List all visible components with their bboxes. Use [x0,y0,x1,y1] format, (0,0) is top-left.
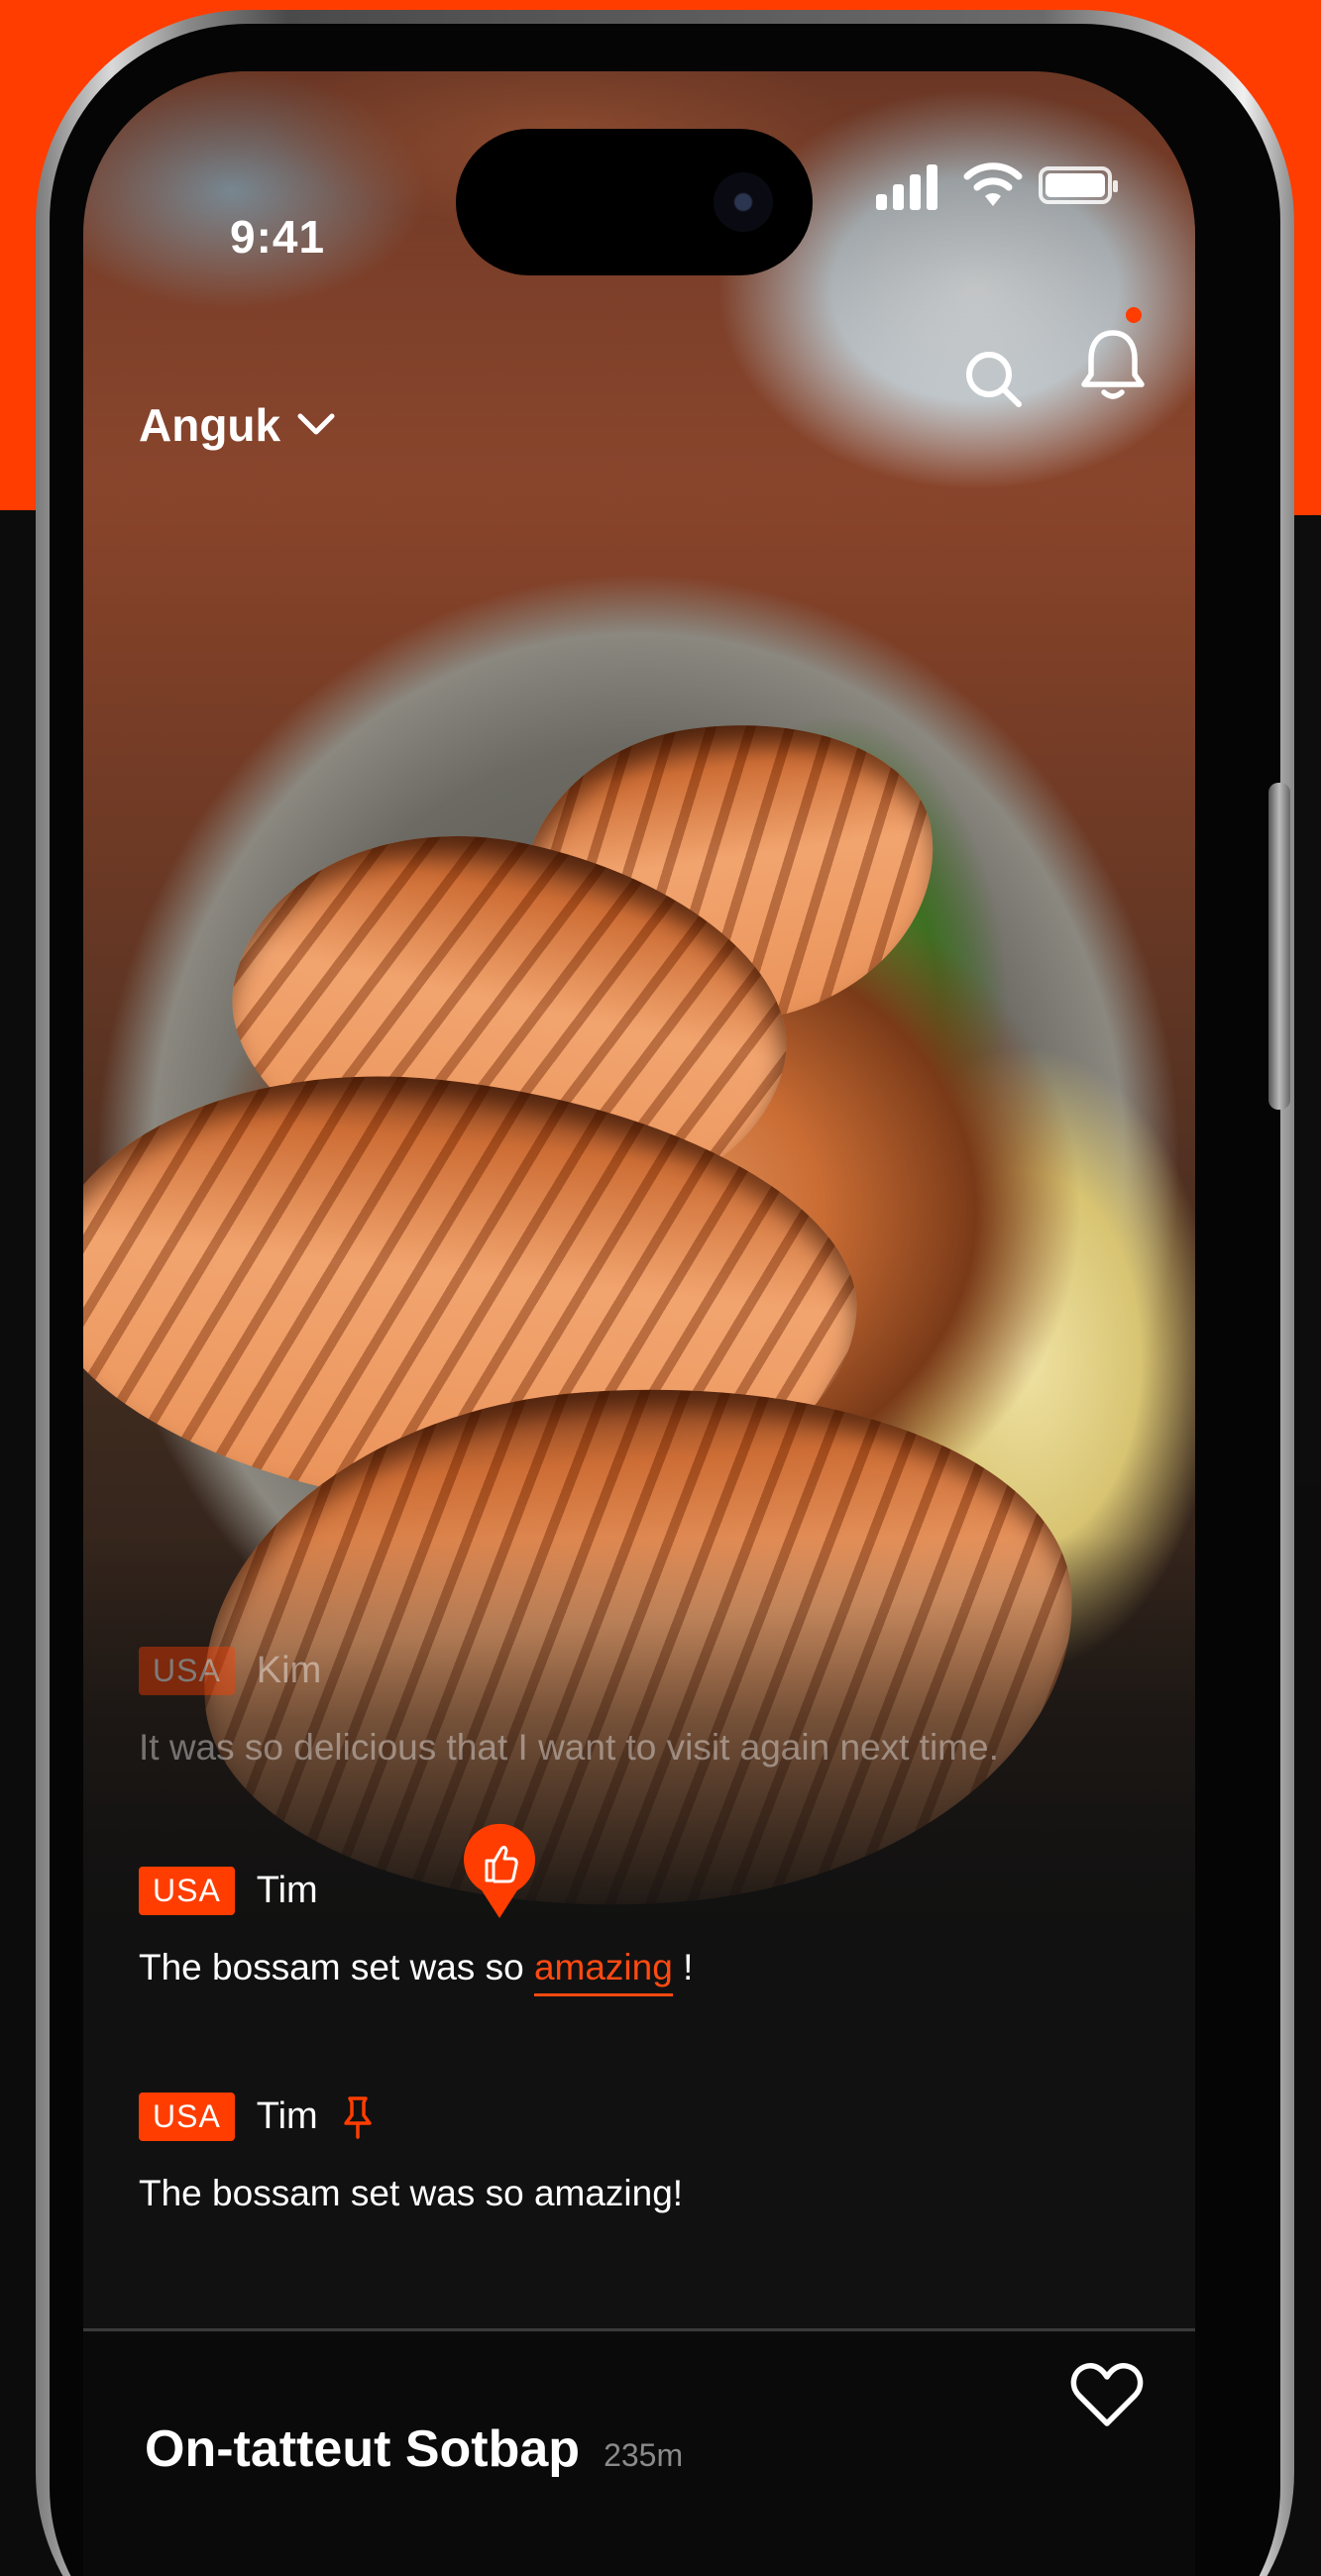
review-username: Kim [256,1650,322,1691]
country-badge: USA [139,1647,235,1695]
search-icon[interactable] [961,347,1025,410]
location-label: Anguk [139,399,281,451]
place-name: On-tatteut Sotbap [145,2420,581,2478]
highlighted-word[interactable]: amazing [533,1947,673,1996]
country-badge: USA [139,2093,235,2141]
country-badge: USA [139,1867,235,1915]
battery-icon [1039,166,1118,204]
review-text: The bossam set was so amazing! [139,2173,684,2213]
location-selector[interactable]: Anguk [139,398,336,452]
notification-dot [1126,307,1142,323]
review-text: It was so delicious that I want to visit… [139,1727,999,1768]
phone-side-button [1268,783,1290,1110]
review-item-pinned: USA Tim The bossam set was so amazing! [139,2093,683,2214]
status-time: 9:41 [230,211,326,263]
camera-icon [714,172,773,232]
signal-icon [876,161,945,210]
pin-icon [343,2095,372,2139]
place-title: On-tatteut Sotbap 235m [145,2419,683,2479]
bell-icon[interactable] [1078,325,1148,404]
dynamic-island [456,129,813,275]
review-item: USA Tim The bossam set was so amazing ! [139,1867,694,1996]
review-username: Tim [256,2095,318,2137]
review-username: Tim [256,1870,318,1911]
review-item: USA Kim It was so delicious that I want … [139,1647,999,1769]
divider [83,2328,1195,2331]
phone-screen: 9:41 Anguk USA Kim It was so delicious t… [83,71,1195,2576]
heart-icon[interactable] [1070,2360,1144,2429]
review-text-start: The bossam set was so [139,1947,534,1987]
review-text: The bossam set was so amazing ! [139,1947,694,1996]
chevron-down-icon [297,413,335,435]
place-distance: 235m [604,2437,684,2473]
review-text-end: ! [672,1947,694,1987]
status-icons [876,161,1134,220]
wifi-icon [963,162,1023,206]
